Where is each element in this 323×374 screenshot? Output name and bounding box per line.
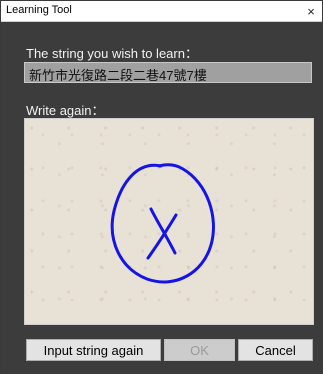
input-string-again-button[interactable]: Input string again: [26, 339, 161, 361]
window-title: Learning Tool: [6, 4, 72, 16]
write-again-label: Write again：: [26, 103, 105, 118]
learn-string-label: The string you wish to learn：: [26, 46, 198, 61]
close-button[interactable]: ×: [300, 1, 322, 21]
learning-tool-window: Learning Tool × The string you wish to l…: [0, 0, 323, 374]
x-stroke-2: [146, 213, 178, 260]
title-bar: Learning Tool ×: [1, 1, 322, 22]
learn-string-field: 新竹市光復路二段二巷47號7樓: [24, 62, 312, 83]
cancel-button[interactable]: Cancel: [238, 339, 313, 361]
ok-button[interactable]: OK: [164, 339, 235, 361]
circle-stroke: [110, 163, 215, 284]
handwriting-canvas[interactable]: [24, 118, 314, 325]
handwriting-strokes: [110, 163, 215, 284]
